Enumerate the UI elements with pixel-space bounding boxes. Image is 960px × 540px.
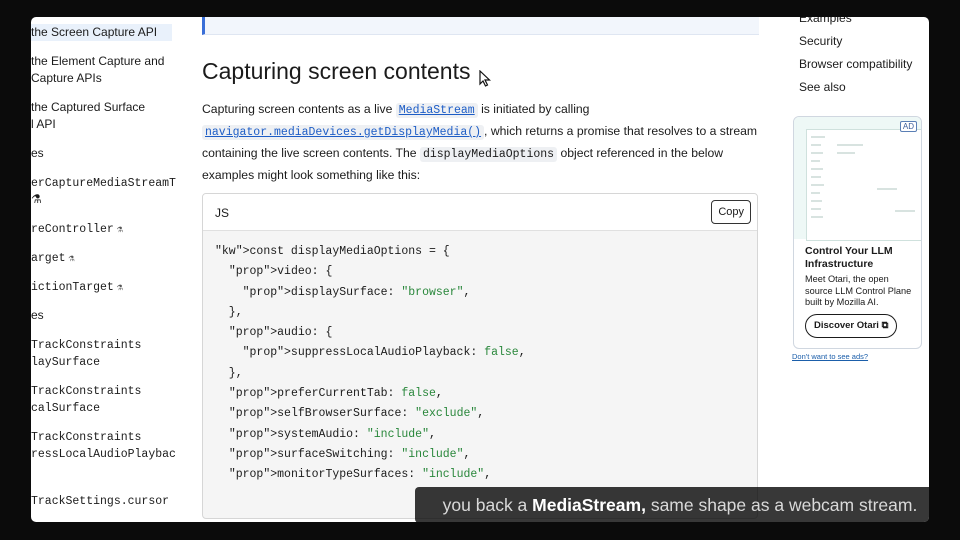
dont-want-ads-link[interactable]: Don't want to see ads? <box>792 352 868 361</box>
code-line: "prop">surfaceSwitching: "include", <box>228 447 471 461</box>
sidebar-item-element-capture-cont[interactable]: Capture APIs <box>31 70 102 87</box>
getdisplaymedia-link[interactable]: navigator.mediaDevices.getDisplayMedia() <box>202 125 485 140</box>
copy-button[interactable]: Copy <box>711 200 751 224</box>
experimental-flask-icon: ⚗ <box>68 254 75 265</box>
code-line: }, <box>215 366 243 380</box>
mouse-cursor-icon <box>479 69 492 91</box>
code-line: "prop">monitorTypeSurfaces: "include", <box>228 468 492 482</box>
note-callout <box>202 17 759 35</box>
sidebar-heading-properties: es <box>31 308 44 322</box>
code-line: "prop">audio: { <box>228 326 333 340</box>
toc-item-examples[interactable]: Examples <box>799 17 852 25</box>
sidebar-item-suppress-local-audio[interactable]: TrackConstraints <box>31 429 141 446</box>
code-line: "prop">video: { <box>228 265 333 279</box>
sidebar-item-logical-surface-cont[interactable]: calSurface <box>31 400 100 417</box>
code-language-label: JS <box>215 206 230 220</box>
code-line: "prop">selfBrowserSurface: "exclude", <box>228 407 485 421</box>
right-sidebar: Examples Security Browser compatibility … <box>791 17 929 522</box>
ad-screenshot-image: AD <box>794 117 921 241</box>
caption-bold-text: MediaStream, <box>532 495 646 515</box>
code-line: "prop">systemAudio: "include", <box>228 427 436 441</box>
sidebar-heading-interfaces: es <box>31 146 44 160</box>
sidebar-item-display-surface[interactable]: TrackConstraints <box>31 337 141 354</box>
toc-item-see-also[interactable]: See also <box>799 80 846 94</box>
browser-viewport: the Screen Capture API the Element Captu… <box>31 17 929 522</box>
sidebar-item-label: ictionTarget <box>31 281 114 294</box>
sidebar-item-logical-surface[interactable]: TrackConstraints <box>31 383 141 400</box>
experimental-flask-icon: ⚗ <box>116 225 123 236</box>
ad-preview-window <box>806 129 921 241</box>
sidebar-item-captured-surface[interactable]: the Captured Surface <box>31 99 145 116</box>
section-heading: Capturing screen contents <box>202 58 471 84</box>
sidebar-item-element-capture[interactable]: the Element Capture and <box>31 53 164 70</box>
intro-paragraph: Capturing screen contents as a live Medi… <box>202 99 758 186</box>
code-line: "prop">preferCurrentTab: false, <box>228 387 443 401</box>
sidebar-item-crop-target[interactable]: arget ⚗ <box>31 250 75 268</box>
caption-text: you back a <box>442 495 533 515</box>
sidebar-item-restriction-target[interactable]: ictionTarget ⚗ <box>31 279 123 297</box>
ad-badge: AD <box>899 121 917 132</box>
sidebar-item-label: reController <box>31 223 114 236</box>
sidebar-item-using-screen-capture-api[interactable]: the Screen Capture API <box>31 24 172 41</box>
code-line: "prop">displaySurface: "browser", <box>242 285 471 299</box>
ad-title: Control Your LLM Infrastructure <box>805 245 893 270</box>
ad-card[interactable]: AD Control Your LLM Infrastructure Meet … <box>793 116 922 349</box>
experimental-flask-icon: ⚗ <box>31 192 42 206</box>
inline-code-display-media-options: displayMediaOptions <box>419 147 558 162</box>
code-header: JS Copy <box>203 194 757 231</box>
code-line: }, <box>215 305 243 319</box>
experimental-flask-icon: ⚗ <box>116 283 123 294</box>
toc-item-security[interactable]: Security <box>799 34 842 48</box>
ad-description: Meet Otari, the open source LLM Control … <box>805 274 912 307</box>
text: is initiated by calling <box>477 102 590 116</box>
code-example: JS Copy "kw">const displayMediaOptions =… <box>202 193 758 519</box>
sidebar-item-browser-capture-media-stream-track[interactable]: erCaptureMediaStreamT <box>31 175 176 192</box>
sidebar-item-label: arget <box>31 252 66 265</box>
left-sidebar-nav: the Screen Capture API the Element Captu… <box>31 17 206 522</box>
mediastream-link[interactable]: MediaStream <box>395 103 478 118</box>
toc-item-browser-compatibility[interactable]: Browser compatibility <box>799 57 912 71</box>
main-article: Capturing screen contents Capturing scre… <box>202 17 929 522</box>
sidebar-item-captured-surface-cont[interactable]: l API <box>31 116 56 133</box>
sidebar-item-capture-controller[interactable]: reController ⚗ <box>31 221 123 239</box>
text: Capturing screen contents as a live <box>202 102 396 116</box>
code-line: "kw">const displayMediaOptions = { <box>215 245 450 258</box>
sidebar-item-display-surface-cont[interactable]: laySurface <box>31 354 100 371</box>
sidebar-item-track-settings-cursor[interactable]: TrackSettings.cursor <box>31 493 169 510</box>
code-line: "prop">suppressLocalAudioPlayback: false… <box>242 346 526 360</box>
sidebar-item-suppress-local-audio-cont[interactable]: ressLocalAudioPlaybac <box>31 446 176 463</box>
code-lines: "kw">const displayMediaOptions = { "prop… <box>215 242 526 486</box>
discover-otari-button[interactable]: Discover Otari ⧉ <box>805 314 898 338</box>
